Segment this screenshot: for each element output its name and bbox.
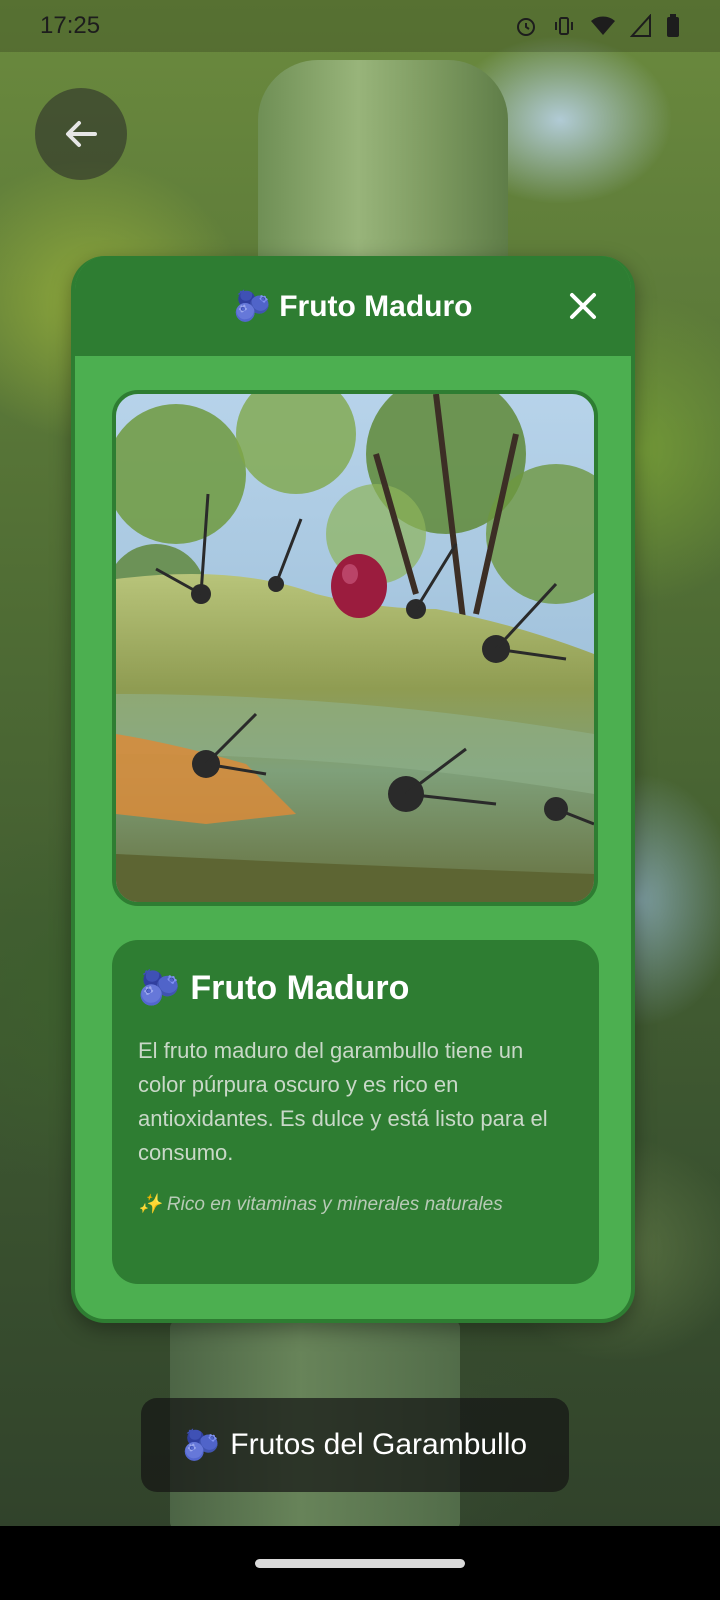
signal-icon [630,14,651,37]
close-button[interactable] [563,286,603,326]
section-label: 🫐 Frutos del Garambullo [141,1398,569,1492]
vibrate-icon [555,17,573,35]
fruit-info-card: 🫐 Fruto Maduro El fruto maduro del garam… [112,940,599,1284]
status-icons [514,14,680,38]
wifi-icon [591,16,615,35]
modal-title-text: Fruto Maduro [279,289,473,323]
modal-title: 🫐 Fruto Maduro [233,289,472,324]
close-icon [570,293,596,319]
navigation-bar [0,1526,720,1600]
fruit-photo [112,390,598,906]
blueberry-icon: 🫐 [233,288,271,324]
card-title-text: Fruto Maduro [190,968,410,1007]
card-title: 🫐 Fruto Maduro [138,968,573,1008]
card-note: ✨ Rico en vitaminas y minerales naturale… [138,1194,503,1215]
cactus-background [258,60,508,280]
modal-header: 🫐 Fruto Maduro [75,256,631,356]
home-gesture-handle[interactable] [255,1559,465,1568]
card-description: El fruto maduro del garambullo tiene un … [138,1038,548,1165]
arrow-left-icon [66,121,97,147]
fruit-info-modal: 🫐 Fruto Maduro 🫐 Fruto Maduro El fruto m… [71,256,635,1323]
blueberry-icon: 🫐 [138,968,181,1008]
blueberry-icon: 🫐 [182,1427,221,1463]
status-bar: 17:25 [0,0,720,52]
section-label-text: Frutos del Garambullo [230,1428,528,1461]
battery-icon [667,14,679,37]
status-time: 17:25 [40,12,101,39]
back-button[interactable] [35,88,127,180]
alarm-icon [517,18,535,36]
